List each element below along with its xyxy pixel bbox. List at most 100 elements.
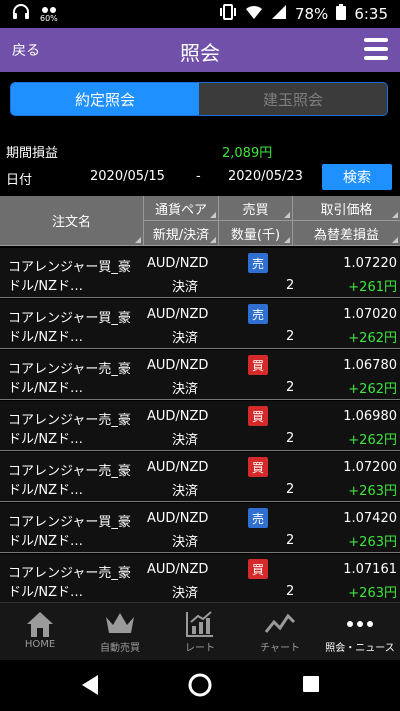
nav-inquiry-news-label: 照会・ニュース [325,643,395,654]
row-order-name-cont: ドル/NZド… [8,483,84,498]
recents-square-icon[interactable] [302,675,320,697]
table-header: 注文名 通貨ペア 売買 取引価格 新規/決済 数量(千) 為替差損益 [0,196,400,246]
battery-icon [336,4,347,24]
date-separator: - [196,169,201,184]
row-price: 1.07161 [343,562,397,577]
nav-chart[interactable]: チャート [240,603,320,660]
row-order-name-cont: ドル/NZド… [8,534,84,549]
row-pnl: +263円 [348,484,397,499]
header-currency-pair[interactable]: 通貨ペア [144,196,219,221]
row-order-name-cont: ドル/NZド… [8,381,84,396]
row-pnl: +262円 [348,433,397,448]
row-price: 1.07420 [343,511,397,526]
period-pnl-value: 2,089円 [222,146,273,161]
battery-level: 78% [294,5,329,23]
table-row[interactable]: コアレンジャー売_豪 ドル/NZド… AUD/NZD 決済 買 2 1.0720… [0,452,400,502]
row-order-name: コアレンジャー売_豪 [8,413,131,428]
home-circle-icon[interactable] [187,672,213,702]
row-side-badge: 買 [248,559,268,579]
row-price: 1.06780 [343,358,397,373]
row-side-badge: 売 [248,304,268,324]
header-side[interactable]: 売買 [219,196,293,221]
nav-auto-trade[interactable]: 自動売買 [80,603,160,660]
row-side-badge: 買 [248,355,268,375]
row-currency-pair: AUD/NZD [147,562,209,577]
header-fx-pnl-label: 為替差損益 [313,227,379,243]
row-quantity: 2 [286,584,295,599]
row-order-name-cont: ドル/NZド… [8,279,84,294]
table-row[interactable]: コアレンジャー買_豪 ドル/NZド… AUD/NZD 決済 売 2 1.0742… [0,503,400,553]
bottom-nav: HOME 自動売買 レート チャート 照会・ニュース [0,602,400,660]
header-new-settle[interactable]: 新規/決済 [144,221,219,246]
system-nav-bar [0,660,400,711]
back-triangle-icon[interactable] [80,674,100,700]
row-order-name: コアレンジャー買_豪 [8,311,131,326]
row-quantity: 2 [286,482,295,497]
nav-rate[interactable]: レート [160,603,240,660]
wifi-icon [245,4,263,24]
more-dots-icon [345,609,375,639]
row-trade-type: 決済 [172,331,199,346]
row-order-name: コアレンジャー売_豪 [8,464,131,479]
search-button[interactable]: 検索 [322,164,392,190]
table-row[interactable]: コアレンジャー売_豪 ドル/NZド… AUD/NZD 決済 買 2 1.0716… [0,554,400,604]
tab-execution-inquiry[interactable]: 約定照会 [11,83,199,115]
clock: 6:35 [354,5,388,23]
table-row[interactable]: コアレンジャー売_豪 ドル/NZド… AUD/NZD 決済 買 2 1.0698… [0,401,400,451]
app-header: 戻る 照会 [0,28,400,72]
table-row[interactable]: コアレンジャー売_豪 ドル/NZド… AUD/NZD 決済 買 2 1.0678… [0,350,400,400]
header-price[interactable]: 取引価格 [293,196,400,221]
row-trade-type: 決済 [172,586,199,601]
row-order-name: コアレンジャー売_豪 [8,566,131,581]
tab-position-inquiry[interactable]: 建玉照会 [199,83,387,115]
header-order-name[interactable]: 注文名 [0,196,144,246]
trend-line-icon [264,609,296,639]
row-pnl: +262円 [348,331,397,346]
rate-chart-icon [185,609,215,639]
row-quantity: 2 [286,431,295,446]
row-quantity: 2 [286,380,295,395]
headset-icon [12,4,30,24]
row-order-name-cont: ドル/NZド… [8,432,84,447]
nav-home-label: HOME [24,639,56,650]
header-quantity-label: 数量(千) [230,227,281,243]
table-row[interactable]: コアレンジャー買_豪 ドル/NZド… AUD/NZD 決済 売 2 1.0722… [0,248,400,298]
row-price: 1.07200 [343,460,397,475]
row-currency-pair: AUD/NZD [147,409,209,424]
row-side-badge: 買 [248,406,268,426]
header-quantity[interactable]: 数量(千) [219,221,293,246]
vibrate-icon [219,4,237,24]
header-currency-pair-label: 通貨ペア [154,202,207,218]
row-order-name: コアレンジャー買_豪 [8,260,131,275]
date-range-row: 日付 2020/05/15 - 2020/05/23 検索 [0,164,400,190]
row-side-badge: 買 [248,457,268,477]
page-title: 照会 [180,41,220,65]
home-icon [25,609,55,639]
date-from-field[interactable]: 2020/05/15 [90,169,165,184]
table-row[interactable]: コアレンジャー買_豪 ドル/NZド… AUD/NZD 決済 売 2 1.0702… [0,299,400,349]
crown-icon [104,609,136,639]
header-order-name-label: 注文名 [51,215,91,230]
row-side-badge: 売 [248,508,268,528]
header-new-settle-label: 新規/決済 [152,227,210,243]
nav-chart-label: チャート [260,643,300,654]
tab-bar: 約定照会 建玉照会 [10,82,388,116]
header-side-label: 売買 [242,202,269,218]
row-order-name: コアレンジャー買_豪 [8,515,131,530]
row-price: 1.06980 [343,409,397,424]
row-trade-type: 決済 [172,280,199,295]
hamburger-menu-icon[interactable] [364,38,388,60]
row-pnl: +262円 [348,382,397,397]
header-price-label: 取引価格 [320,202,373,218]
data-speed-indicator: 60% [40,5,58,23]
row-price: 1.07020 [343,307,397,322]
row-quantity: 2 [286,329,295,344]
date-to-field[interactable]: 2020/05/23 [228,169,303,184]
period-pnl-row: 期間損益 2,089円 [0,138,400,162]
nav-home[interactable]: HOME [0,603,80,660]
row-trade-type: 決済 [172,382,199,397]
date-label: 日付 [6,173,33,188]
row-pnl: +263円 [348,586,397,601]
header-fx-pnl[interactable]: 為替差損益 [293,221,400,246]
nav-inquiry-news[interactable]: 照会・ニュース [320,603,400,660]
